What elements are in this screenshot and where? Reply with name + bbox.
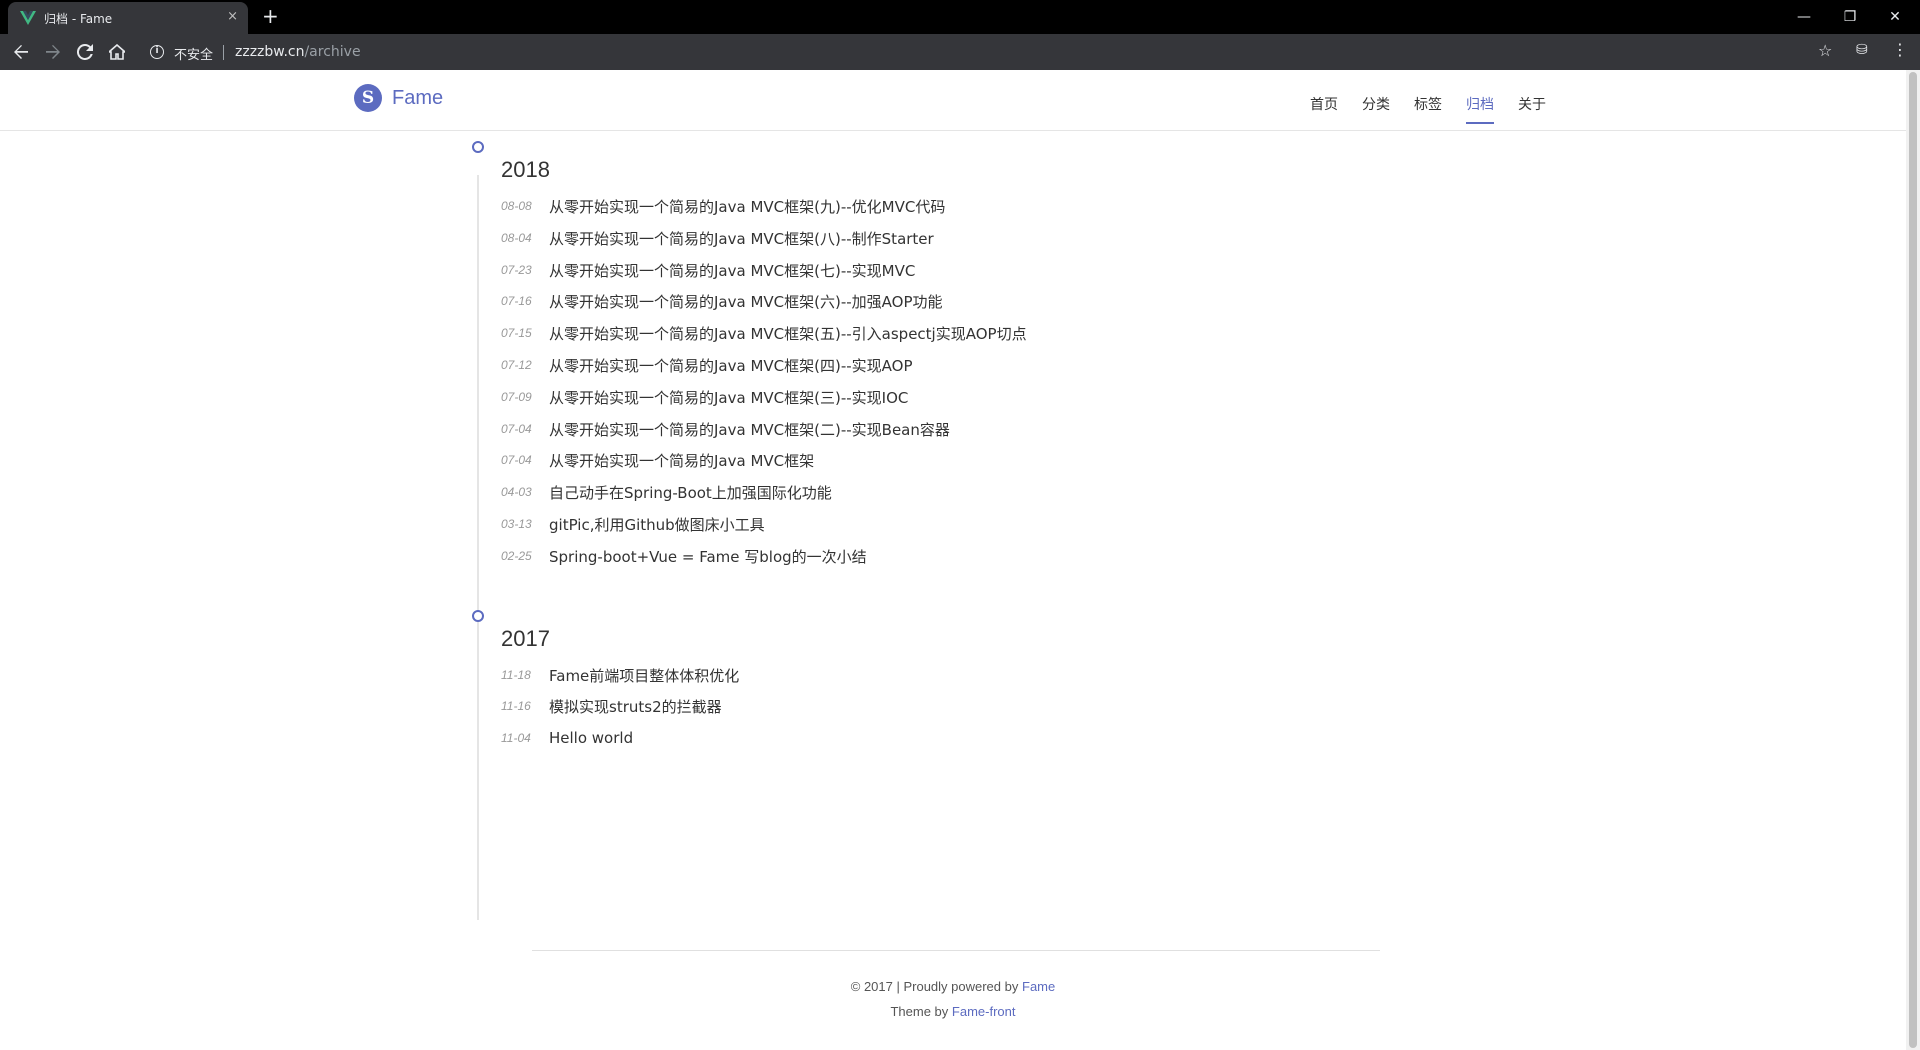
footer-powered-link[interactable]: Fame [1022,979,1055,994]
forward-icon[interactable] [42,41,64,63]
post-title-link[interactable]: 从零开始实现一个简易的Java MVC框架(八)--制作Starter [549,228,934,249]
archive-post: 07-12 从零开始实现一个简易的Java MVC框架(四)--实现AOP [501,353,913,377]
tab-close-icon[interactable]: × [227,9,238,24]
browser-menu-icon[interactable]: ⋮ [1892,40,1908,59]
post-date: 07-23 [501,263,532,277]
nav-link-2[interactable]: 标签 [1414,94,1442,124]
tab-title: 归档 - Fame [44,12,113,26]
vue-logo-icon [20,11,36,25]
post-title-link[interactable]: 从零开始实现一个简易的Java MVC框架(七)--实现MVC [549,260,915,281]
footer-theme-row: Theme by Fame-front [0,1004,1906,1029]
archive-post: 07-04 从零开始实现一个简易的Java MVC框架 [501,448,814,472]
archive-post: 11-16 模拟实现struts2的拦截器 [501,694,722,718]
post-date: 07-09 [501,390,532,404]
post-title-link[interactable]: Fame前端项目整体体积优化 [549,665,739,686]
post-title-link[interactable]: gitPic,利用Github做图床小工具 [549,514,765,535]
close-window-button[interactable]: ✕ [1872,4,1918,30]
brand-name: Fame [392,86,444,109]
site-logo[interactable]: S Fame [354,84,443,112]
archive-post: 08-04 从零开始实现一个简易的Java MVC框架(八)--制作Starter [501,226,934,250]
post-date: 08-04 [501,231,532,245]
extension-icon[interactable]: ⛁ [1856,42,1868,58]
reload-icon[interactable] [74,41,96,63]
post-title-link[interactable]: Hello world [549,729,633,747]
scrollbar-thumb[interactable] [1909,72,1917,1048]
post-date: 07-15 [501,326,532,340]
timeline-dot-icon [472,141,484,153]
archive-year: 2017 [501,625,550,651]
archive-post: 11-04 Hello world [501,726,633,750]
post-title-link[interactable]: 从零开始实现一个简易的Java MVC框架 [549,450,814,471]
post-title-link[interactable]: 从零开始实现一个简易的Java MVC框架(四)--实现AOP [549,355,913,376]
nav-link-0[interactable]: 首页 [1310,94,1338,124]
page-viewport: S Fame 首页 分类 标签 归档 关于 2018 08-08 从零开始实现一个简易的Ja… [0,70,1906,1050]
archive-post: 07-16 从零开始实现一个简易的Java MVC框架(六)--加强AOP功能 [501,289,943,313]
footer-copyright-row: © 2017 | Proudly powered by Fame [0,979,1906,1004]
browser-toolbar: i 不安全 zzzzbw.cn/archive ☆ ⛁ ⋮ [0,34,1920,70]
new-tab-button[interactable]: + [262,4,279,28]
post-date: 07-04 [501,453,532,467]
post-date: 03-13 [501,517,532,531]
security-label: 不安全 [174,48,214,63]
logo-mark-icon: S [354,84,382,112]
post-title-link[interactable]: 从零开始实现一个简易的Java MVC框架(二)--实现Bean容器 [549,419,950,440]
address-bar[interactable]: i 不安全 zzzzbw.cn/archive [140,38,1808,66]
archive-post: 08-08 从零开始实现一个简易的Java MVC框架(九)--优化MVC代码 [501,194,945,218]
back-icon[interactable] [10,41,32,63]
archive-year: 2018 [501,157,550,182]
post-date: 04-03 [501,485,532,499]
post-title-link[interactable]: Spring-boot+Vue = Fame 写blog的一次小结 [549,546,867,567]
footer-divider [532,950,1380,951]
post-title-link[interactable]: 模拟实现struts2的拦截器 [549,696,722,717]
post-title-link[interactable]: 从零开始实现一个简易的Java MVC框架(六)--加强AOP功能 [549,291,943,312]
timeline-dot-icon [472,609,484,622]
post-date: 07-04 [501,422,532,436]
nav-link-3[interactable]: 归档 [1466,94,1494,124]
info-icon[interactable]: i [150,45,164,59]
post-title-link[interactable]: 自己动手在Spring-Boot上加强国际化功能 [549,482,832,503]
footer-copyright: © 2017 | Proudly powered by [850,979,1019,994]
url-divider [223,45,224,60]
browser-tab[interactable]: 归档 - Fame × [8,2,248,34]
archive-post: 11-18 Fame前端项目整体体积优化 [501,663,739,687]
post-title-link[interactable]: 从零开始实现一个简易的Java MVC框架(三)--实现IOC [549,387,908,408]
browser-tabstrip: 归档 - Fame × + — ❐ ✕ [0,0,1920,34]
nav-link-1[interactable]: 分类 [1362,94,1390,124]
page-scrollbar[interactable] [1906,70,1920,1050]
main-nav: 首页 分类 标签 归档 关于 [1310,94,1570,124]
archive-post: 03-13 gitPic,利用Github做图床小工具 [501,512,765,536]
home-icon[interactable] [106,41,128,63]
restore-button[interactable]: ❐ [1827,4,1873,30]
nav-link-4[interactable]: 关于 [1518,94,1546,124]
archive-post: 07-23 从零开始实现一个简易的Java MVC框架(七)--实现MVC [501,258,915,282]
post-date: 07-12 [501,358,532,372]
footer-theme-link[interactable]: Fame-front [952,1004,1016,1019]
archive-post: 07-15 从零开始实现一个简易的Java MVC框架(五)--引入aspectj… [501,321,1027,345]
post-title-link[interactable]: 从零开始实现一个简易的Java MVC框架(九)--优化MVC代码 [549,196,945,217]
archive-post: 07-09 从零开始实现一个简易的Java MVC框架(三)--实现IOC [501,385,908,409]
url-path: /archive [304,44,361,60]
post-date: 07-16 [501,294,532,308]
post-date: 11-16 [501,699,531,713]
footer-theme-prefix: Theme by [890,1004,949,1019]
archive-post: 07-04 从零开始实现一个简易的Java MVC框架(二)--实现Bean容器 [501,417,950,441]
minimize-button[interactable]: — [1781,4,1827,30]
timeline-line [477,175,479,920]
post-date: 11-18 [501,668,531,682]
post-date: 08-08 [501,199,532,213]
post-title-link[interactable]: 从零开始实现一个简易的Java MVC框架(五)--引入aspectj实现AOP… [549,323,1027,344]
site-header: S Fame 首页 分类 标签 归档 关于 [0,70,1906,131]
site-footer: © 2017 | Proudly powered by Fame Theme b… [0,979,1906,1029]
post-date: 11-04 [501,731,531,745]
archive-post: 02-25 Spring-boot+Vue = Fame 写blog的一次小结 [501,544,867,568]
url-text[interactable]: zzzzbw.cn/archive [235,44,361,60]
archive-post: 04-03 自己动手在Spring-Boot上加强国际化功能 [501,480,832,504]
post-date: 02-25 [501,549,532,563]
url-host: zzzzbw.cn [235,44,305,60]
bookmark-star-icon[interactable]: ☆ [1818,41,1832,60]
